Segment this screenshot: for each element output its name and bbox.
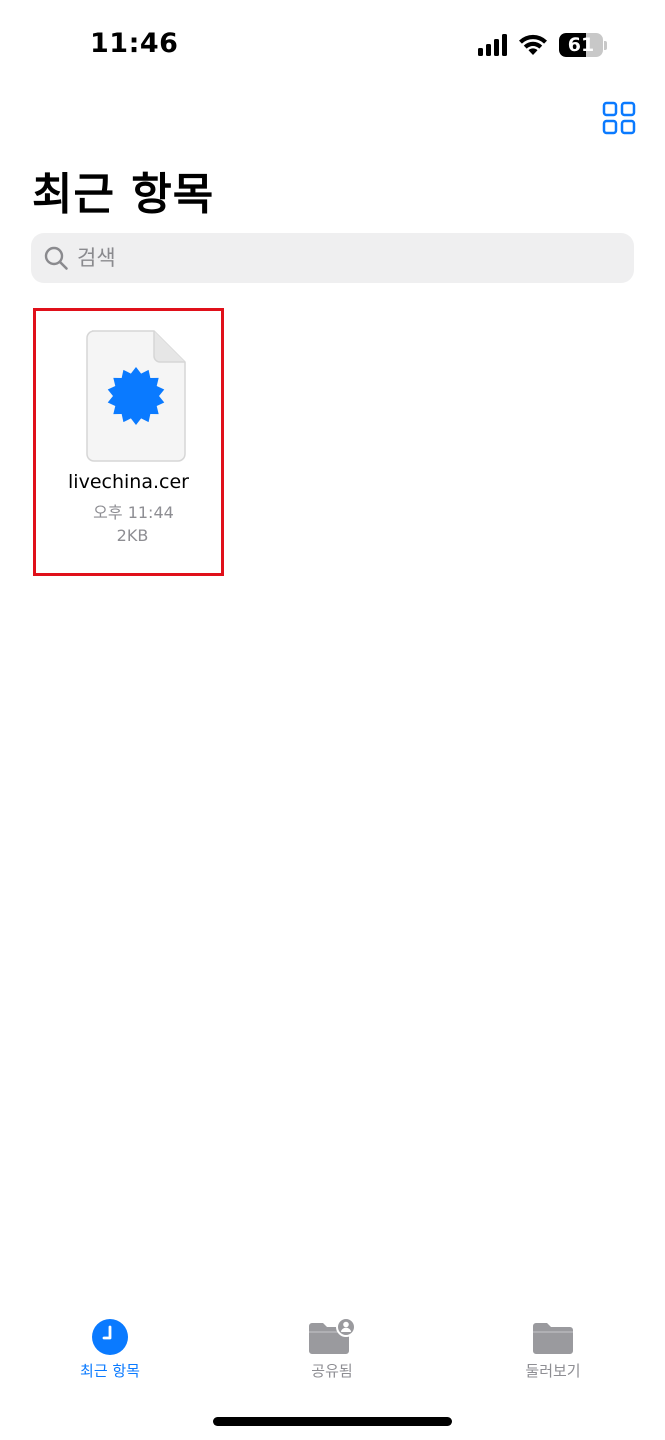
battery-level: 61 bbox=[567, 34, 595, 56]
grid-icon[interactable] bbox=[602, 101, 636, 135]
home-indicator bbox=[213, 1417, 452, 1426]
folder-icon bbox=[533, 1323, 573, 1354]
files-app-screen: 11:46 61 최근 항목 검색 livechina.cer 오후 11:44… bbox=[0, 0, 665, 1440]
tab-label: 공유됨 bbox=[311, 1362, 353, 1380]
search-bar[interactable] bbox=[31, 233, 634, 283]
page-title: 최근 항목 bbox=[32, 169, 215, 220]
battery-icon: 61 bbox=[559, 33, 603, 57]
file-item-livechina-cer[interactable]: livechina.cer 오후 11:44 2KB bbox=[33, 308, 224, 576]
file-date: 오후 11:44 bbox=[93, 503, 174, 522]
status-time: 11:46 bbox=[90, 28, 179, 59]
tab-recents[interactable]: 최근 항목 bbox=[40, 1318, 180, 1393]
file-size: 2KB bbox=[116, 526, 149, 545]
shared-folder-icon bbox=[309, 1318, 356, 1354]
battery-cap bbox=[604, 40, 607, 50]
clock-icon bbox=[92, 1319, 128, 1355]
file-thumbnail bbox=[86, 330, 186, 462]
search-icon bbox=[44, 246, 68, 270]
tab-browse[interactable]: 둘러보기 bbox=[483, 1318, 623, 1393]
tab-label: 둘러보기 bbox=[525, 1362, 581, 1380]
status-indicators: 61 bbox=[478, 32, 607, 58]
cellular-signal-icon bbox=[478, 34, 507, 56]
tab-shared[interactable]: 공유됨 bbox=[262, 1318, 402, 1393]
search-input[interactable] bbox=[75, 245, 619, 271]
tab-bar: 최근 항목 공유됨 둘러보기 bbox=[0, 1318, 665, 1398]
tab-label: 최근 항목 bbox=[80, 1362, 140, 1380]
file-name: livechina.cer bbox=[68, 471, 189, 493]
battery-indicator: 61 bbox=[559, 33, 607, 57]
wifi-icon bbox=[519, 34, 547, 55]
